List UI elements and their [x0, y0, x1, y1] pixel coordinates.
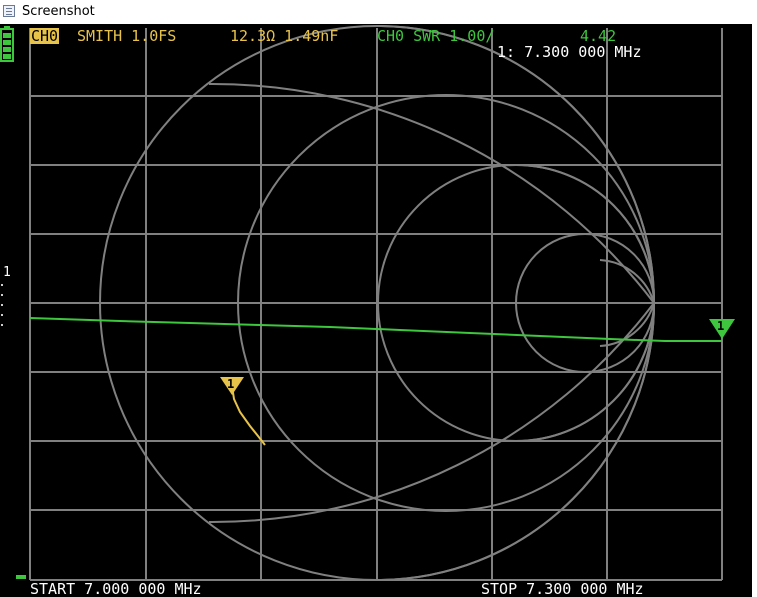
smith-chart-plot — [16, 25, 723, 581]
window-titlebar: Screenshot — [0, 0, 757, 25]
ch1-value: 4.42 — [580, 27, 617, 45]
battery-icon — [0, 26, 14, 62]
window-title: Screenshot — [22, 4, 95, 19]
smith-grid — [99, 25, 655, 581]
vna-screen: 1 CH0 SMITH 1.0FS 12.3Ω 1.49nF CH0 SWR 1… — [0, 24, 752, 597]
ch0-label[interactable]: CH0 — [30, 28, 60, 44]
reference-level-label: 1 — [3, 265, 11, 280]
screenshot-app-icon — [3, 5, 15, 17]
ch0-format: SMITH 1.0FS — [77, 27, 177, 45]
window-right-frame — [752, 24, 757, 597]
ch1-marker-label: 1 — [717, 319, 725, 333]
reference-dots — [1, 284, 3, 326]
marker-readout: 1: 7.300 000 MHz — [497, 43, 642, 61]
stop-frequency-label[interactable]: STOP 7.300 000 MHz — [481, 581, 644, 597]
ch0-value: 12.3Ω 1.49nF — [230, 27, 339, 45]
start-frequency-label[interactable]: START 7.000 000 MHz — [30, 581, 202, 597]
start-tick-marker — [16, 575, 26, 579]
ch1-label[interactable]: CH0 SWR 1.00/ — [377, 28, 494, 44]
ch0-marker-label: 1 — [227, 377, 235, 391]
